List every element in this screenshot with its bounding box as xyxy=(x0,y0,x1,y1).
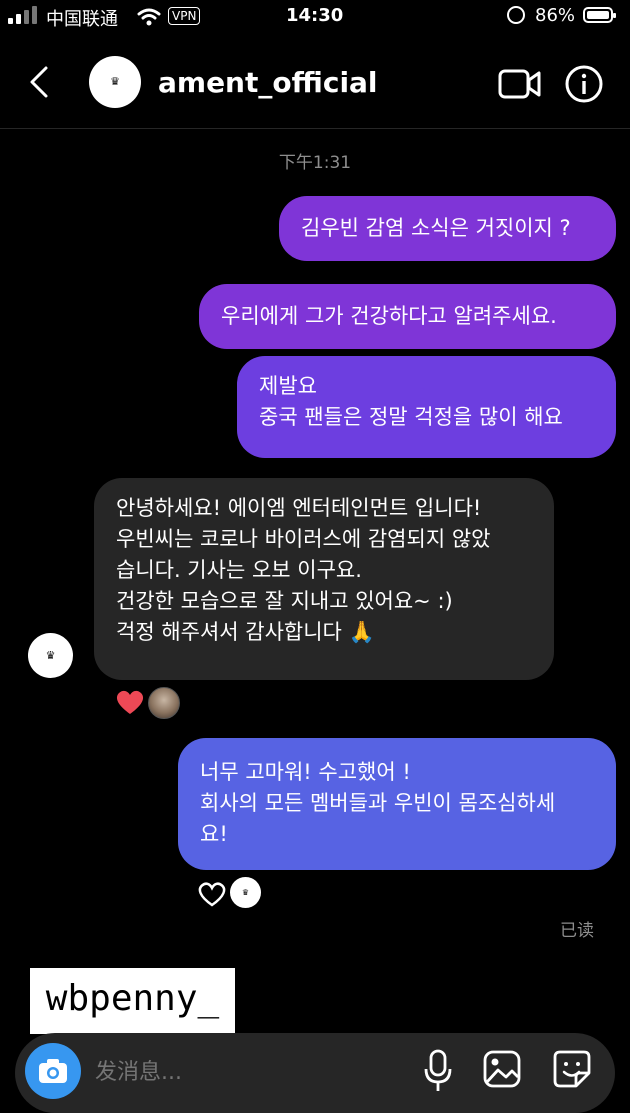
message-bubble-sent[interactable]: 너무 고마워! 수고했어 ! 회사의 모든 멤버들과 우빈이 몸조심하세 요! xyxy=(178,738,616,870)
microphone-icon[interactable] xyxy=(423,1049,453,1093)
crown-logo-icon: ♛ xyxy=(241,887,250,897)
chat-header: ♛ ament_official xyxy=(0,36,630,129)
wifi-icon xyxy=(137,8,161,26)
message-bubble-received[interactable]: 안녕하세요! 에이엠 엔터테인먼트 입니다! 우빈씨는 코로나 바이러스에 감염… xyxy=(94,478,554,680)
clock: 14:30 xyxy=(286,5,344,26)
message-bubble-sent[interactable]: 우리에게 그가 건강하다고 알려주세요. xyxy=(199,284,616,349)
battery-icon xyxy=(583,7,616,23)
message-composer xyxy=(15,1033,615,1113)
camera-icon xyxy=(39,1059,67,1083)
battery-percent: 86% xyxy=(535,5,576,26)
sender-avatar[interactable]: ♛ xyxy=(28,633,73,678)
profile-avatar[interactable]: ♛ xyxy=(89,56,141,108)
camera-button[interactable] xyxy=(25,1043,81,1099)
message-bubble-sent[interactable]: 김우빈 감염 소식은 거짓이지 ? xyxy=(279,196,616,261)
message-bubble-sent[interactable]: 제발요 중국 팬들은 정말 걱정을 많이 해요 xyxy=(237,356,616,458)
heart-reaction-icon[interactable] xyxy=(114,688,146,716)
heart-outline-reaction-icon[interactable] xyxy=(196,880,228,908)
back-button[interactable] xyxy=(26,64,52,100)
chat-username[interactable]: ament_official xyxy=(158,66,378,99)
read-receipt: 已读 xyxy=(560,921,594,941)
info-icon[interactable] xyxy=(564,64,604,104)
signal-icon xyxy=(8,6,40,24)
sticker-icon[interactable] xyxy=(552,1049,592,1089)
reactor-avatar[interactable]: ♛ xyxy=(230,877,261,908)
carrier-label: 中国联通 xyxy=(46,9,118,30)
reactor-avatar[interactable] xyxy=(148,687,180,719)
watermark-label: wbpenny_ xyxy=(30,968,235,1034)
crown-logo-icon: ♛ xyxy=(45,648,56,662)
orientation-lock-icon xyxy=(507,6,525,24)
gallery-icon[interactable] xyxy=(482,1049,522,1089)
vpn-badge: VPN xyxy=(168,7,201,25)
chat-timestamp: 下午1:31 xyxy=(278,153,352,173)
crown-logo-icon: ♛ xyxy=(110,75,120,88)
video-call-icon[interactable] xyxy=(498,68,542,100)
message-input[interactable] xyxy=(93,1051,397,1093)
status-bar: 中国联通 VPN 14:30 86% xyxy=(0,0,630,36)
